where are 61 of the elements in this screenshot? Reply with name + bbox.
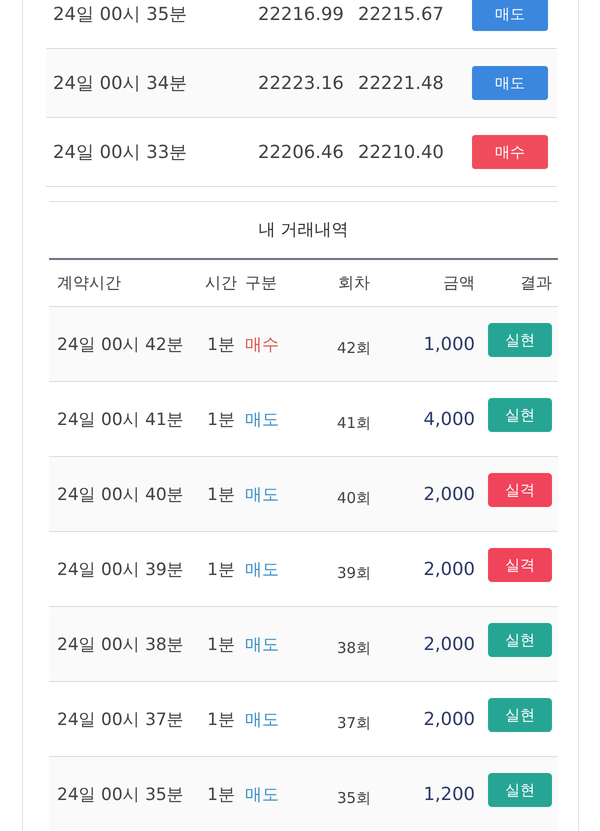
time-cell-text: 24일 00시 34분 bbox=[53, 72, 188, 95]
round-cell-text: 37회 bbox=[336, 712, 372, 732]
round-cell-text: 41회 bbox=[336, 412, 372, 432]
trade-side-text: 매도 bbox=[245, 408, 280, 430]
result-button[interactable]: 실현 bbox=[488, 773, 552, 807]
price-cell-text: 22215.67 bbox=[358, 4, 445, 24]
duration-cell-text: 1분 bbox=[206, 558, 236, 580]
column-header: 회차 bbox=[337, 272, 371, 294]
contract-time-cell-text: 24일 00시 39분 bbox=[57, 558, 185, 580]
trade-side-text: 매도 bbox=[245, 484, 280, 506]
result-button[interactable]: 실격 bbox=[488, 548, 552, 582]
result-button[interactable]: 실격 bbox=[488, 473, 552, 507]
duration-cell-text: 1분 bbox=[206, 708, 236, 730]
contract-time-cell-text: 24일 00시 41분 bbox=[57, 408, 185, 430]
amount-cell-text: 2,000 bbox=[422, 634, 475, 654]
column-header: 결과 bbox=[519, 272, 552, 294]
contract-time-cell-text: 24일 00시 38분 bbox=[57, 634, 185, 656]
column-header: 구분 bbox=[245, 272, 278, 294]
price-cell-text: 22223.16 bbox=[258, 72, 345, 94]
duration-cell-text: 1분 bbox=[206, 634, 236, 656]
contract-time-cell-text: 24일 00시 42분 bbox=[57, 334, 185, 356]
round-cell-text: 40회 bbox=[336, 488, 372, 508]
result-button[interactable]: 실현 bbox=[488, 623, 552, 657]
trade-side-text: 매도 bbox=[245, 708, 280, 730]
amount-cell-text: 2,000 bbox=[422, 708, 475, 730]
column-header: 계약시간 bbox=[57, 272, 122, 294]
trade-side-text: 매수 bbox=[245, 334, 280, 356]
trade-side-button[interactable]: 매도 bbox=[472, 0, 548, 31]
result-button[interactable]: 실현 bbox=[488, 698, 552, 732]
amount-cell-text: 4,000 bbox=[422, 408, 475, 430]
result-button[interactable]: 실현 bbox=[488, 398, 552, 432]
round-cell-text: 35회 bbox=[336, 788, 372, 808]
price-cell-text: 22210.40 bbox=[358, 142, 445, 162]
price-cell-text: 22206.46 bbox=[258, 142, 345, 162]
round-cell-text: 42회 bbox=[336, 338, 372, 358]
result-button[interactable]: 실현 bbox=[488, 323, 552, 357]
duration-cell-text: 1분 bbox=[206, 484, 236, 506]
section-title: 내 거래내역 bbox=[49, 202, 558, 260]
trade-side-text: 매도 bbox=[245, 558, 280, 580]
contract-time-cell-text: 24일 00시 35분 bbox=[57, 784, 185, 806]
amount-cell-text: 2,000 bbox=[422, 558, 475, 580]
duration-cell-text: 1분 bbox=[206, 784, 236, 806]
column-header: 시간 bbox=[204, 272, 238, 294]
time-cell-text: 24일 00시 33분 bbox=[53, 141, 188, 164]
price-cell-text: 22216.99 bbox=[258, 4, 345, 24]
column-header: 금액 bbox=[442, 272, 475, 294]
contract-time-cell-text: 24일 00시 40분 bbox=[57, 484, 185, 506]
round-cell-text: 38회 bbox=[336, 638, 372, 658]
trade-side-text: 매도 bbox=[245, 784, 280, 806]
amount-cell-text: 1,000 bbox=[422, 334, 475, 354]
duration-cell-text: 1분 bbox=[206, 334, 236, 356]
amount-cell-text: 2,000 bbox=[422, 484, 475, 504]
contract-time-cell-text: 24일 00시 37분 bbox=[57, 708, 185, 730]
duration-cell-text: 1분 bbox=[206, 408, 236, 430]
round-cell-text: 39회 bbox=[336, 562, 372, 582]
trade-side-button[interactable]: 매도 bbox=[472, 66, 548, 100]
price-cell-text: 22221.48 bbox=[358, 72, 445, 94]
time-cell-text: 24일 00시 35분 bbox=[53, 3, 188, 26]
amount-cell-text: 1,200 bbox=[422, 784, 475, 804]
trade-side-text: 매도 bbox=[245, 634, 280, 656]
trade-side-button[interactable]: 매수 bbox=[472, 135, 548, 169]
